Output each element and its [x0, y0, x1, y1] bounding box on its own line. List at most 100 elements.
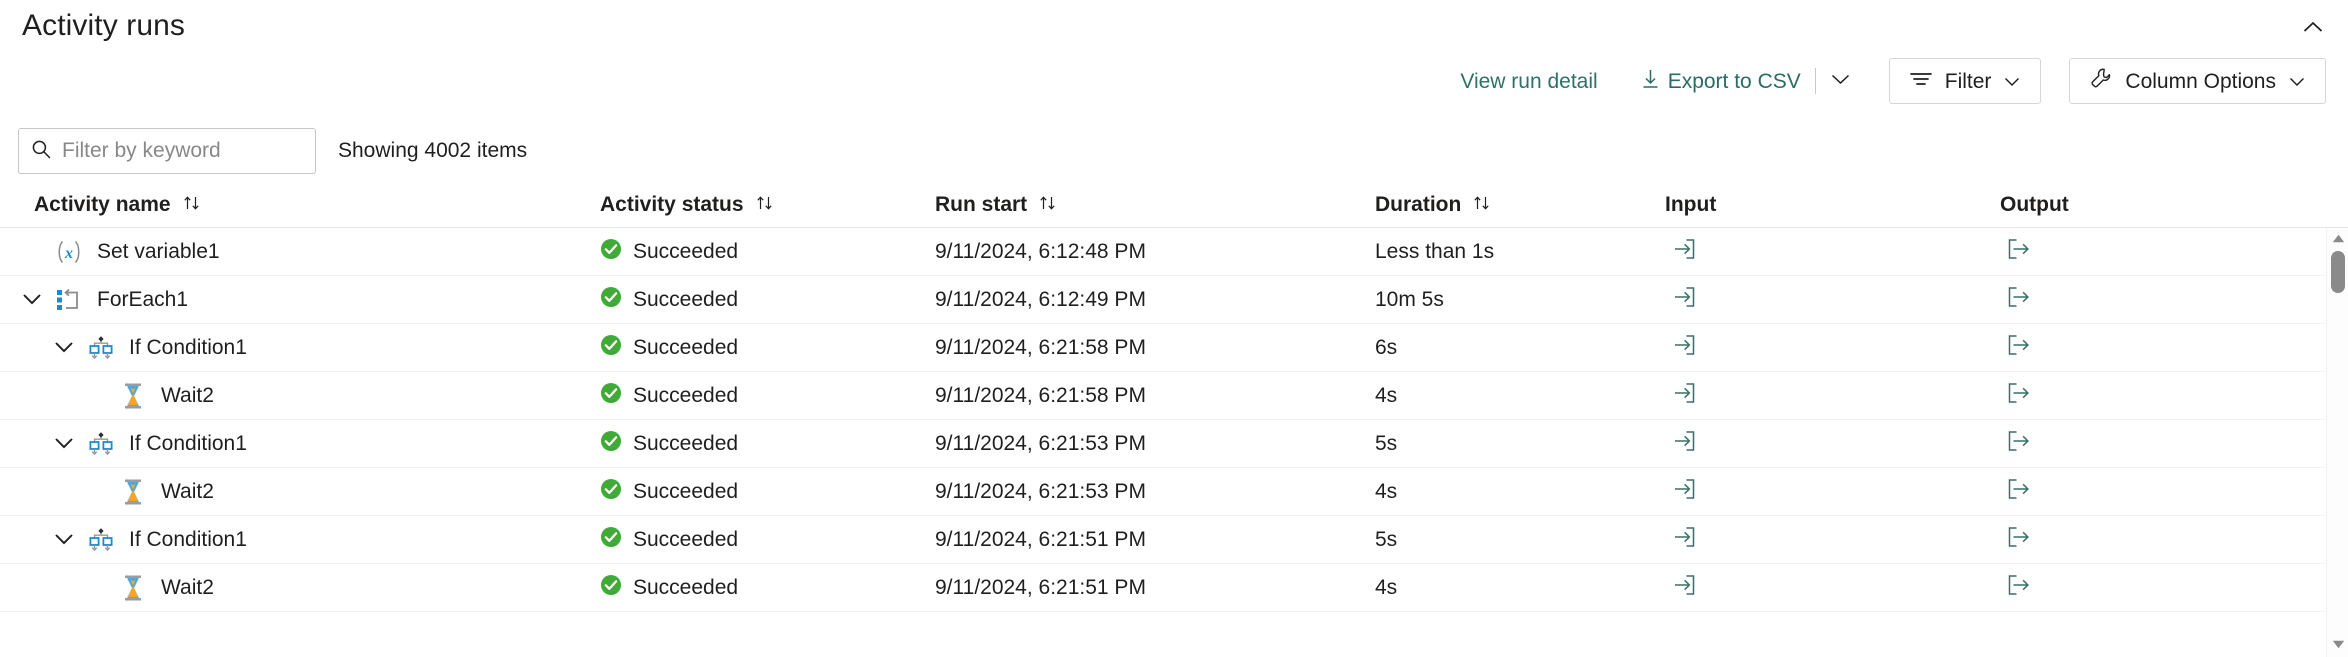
success-check-icon	[600, 478, 622, 506]
duration-cell: Less than 1s	[1375, 240, 1665, 264]
activity-name-cell: ForEach1	[0, 287, 600, 313]
table-row[interactable]: If Condition1Succeeded9/11/2024, 6:21:51…	[0, 516, 2348, 564]
table-row[interactable]: Wait2Succeeded9/11/2024, 6:21:58 PM4s	[0, 372, 2348, 420]
collapse-panel-button[interactable]	[2292, 6, 2334, 48]
view-run-detail-link[interactable]: View run detail	[1450, 65, 1607, 98]
run-start-cell: 9/11/2024, 6:21:58 PM	[935, 384, 1375, 408]
output-cell	[2000, 429, 2300, 459]
view-output-button[interactable]	[2002, 237, 2036, 267]
activity-name-cell: Wait2	[0, 574, 600, 602]
toolbar-divider	[1815, 68, 1816, 94]
svg-text:x: x	[64, 245, 73, 262]
activity-name-label: Wait2	[161, 481, 214, 502]
search-box[interactable]	[18, 128, 316, 174]
success-check-icon	[600, 382, 622, 410]
run-start-cell: 9/11/2024, 6:21:51 PM	[935, 576, 1375, 600]
view-output-button[interactable]	[2002, 285, 2036, 315]
column-label: Input	[1665, 193, 1716, 217]
status-label: Succeeded	[633, 337, 738, 358]
status-label: Succeeded	[633, 289, 738, 310]
scrollbar-thumb[interactable]	[2331, 251, 2345, 293]
activity-name-label: If Condition1	[129, 529, 247, 550]
status-label: Succeeded	[633, 385, 738, 406]
duration-cell: 6s	[1375, 336, 1665, 360]
scroll-up-button[interactable]	[2327, 229, 2348, 249]
activity-name-cell: If Condition1	[0, 431, 600, 457]
view-input-button[interactable]	[1667, 525, 1701, 555]
sign-out-arrow-icon	[2007, 334, 2031, 362]
scroll-down-button[interactable]	[2327, 635, 2348, 655]
sign-in-arrow-icon	[1672, 382, 1696, 410]
table-row[interactable]: If Condition1Succeeded9/11/2024, 6:21:58…	[0, 324, 2348, 372]
chevron-down-icon	[22, 288, 42, 312]
column-header-activity-status[interactable]: Activity status	[600, 193, 935, 217]
status-label: Succeeded	[633, 481, 738, 502]
output-cell	[2000, 333, 2300, 363]
output-cell	[2000, 285, 2300, 315]
column-options-button[interactable]: Column Options	[2069, 58, 2326, 104]
table-header-row: Activity name Activity status	[0, 182, 2348, 228]
view-output-button[interactable]	[2002, 381, 2036, 411]
panel-header: Activity runs	[0, 0, 2348, 52]
duration-cell: 10m 5s	[1375, 288, 1665, 312]
view-input-button[interactable]	[1667, 237, 1701, 267]
hourglass-wait-icon	[118, 574, 148, 602]
view-output-button[interactable]	[2002, 333, 2036, 363]
sign-in-arrow-icon	[1672, 478, 1696, 506]
activity-name-label: ForEach1	[97, 289, 188, 310]
export-menu-caret-button[interactable]	[1820, 64, 1861, 98]
view-input-button[interactable]	[1667, 477, 1701, 507]
page-title: Activity runs	[22, 11, 185, 41]
column-header-activity-name[interactable]: Activity name	[0, 193, 600, 217]
export-to-csv-label: Export to CSV	[1668, 71, 1801, 92]
input-cell	[1665, 237, 2000, 267]
table-row[interactable]: Wait2Succeeded9/11/2024, 6:21:51 PM4s	[0, 564, 2348, 612]
view-output-button[interactable]	[2002, 573, 2036, 603]
run-start-value: 9/11/2024, 6:21:51 PM	[935, 528, 1146, 552]
duration-value: Less than 1s	[1375, 240, 1494, 264]
expand-toggle[interactable]	[42, 336, 86, 360]
activity-status-cell: Succeeded	[600, 574, 935, 602]
table-row[interactable]: If Condition1Succeeded9/11/2024, 6:21:53…	[0, 420, 2348, 468]
output-cell	[2000, 573, 2300, 603]
table-row[interactable]: xSet variable1Succeeded9/11/2024, 6:12:4…	[0, 228, 2348, 276]
table-row[interactable]: Wait2Succeeded9/11/2024, 6:21:53 PM4s	[0, 468, 2348, 516]
sign-out-arrow-icon	[2007, 430, 2031, 458]
chevron-down-icon	[1831, 72, 1850, 90]
success-check-icon	[600, 430, 622, 458]
expand-toggle[interactable]	[42, 432, 86, 456]
vertical-scrollbar[interactable]	[2326, 228, 2348, 657]
filter-button[interactable]: Filter	[1889, 58, 2042, 104]
status-label: Succeeded	[633, 433, 738, 454]
view-output-button[interactable]	[2002, 525, 2036, 555]
search-input[interactable]	[62, 139, 303, 163]
search-row: Showing 4002 items	[18, 128, 527, 174]
activity-name-cell: xSet variable1	[0, 239, 600, 265]
activity-name-cell: Wait2	[0, 382, 600, 410]
view-input-button[interactable]	[1667, 285, 1701, 315]
download-icon	[1642, 69, 1659, 93]
run-start-cell: 9/11/2024, 6:12:48 PM	[935, 240, 1375, 264]
view-input-button[interactable]	[1667, 381, 1701, 411]
output-cell	[2000, 381, 2300, 411]
chevron-down-icon	[2289, 69, 2305, 93]
export-to-csv-button[interactable]: Export to CSV	[1632, 62, 1811, 100]
input-cell	[1665, 285, 2000, 315]
activity-status-cell: Succeeded	[600, 286, 935, 314]
run-start-value: 9/11/2024, 6:21:51 PM	[935, 576, 1146, 600]
table-row[interactable]: ForEach1Succeeded9/11/2024, 6:12:49 PM10…	[0, 276, 2348, 324]
view-input-button[interactable]	[1667, 429, 1701, 459]
column-header-duration[interactable]: Duration	[1375, 193, 1665, 217]
run-start-value: 9/11/2024, 6:21:58 PM	[935, 384, 1146, 408]
column-header-run-start[interactable]: Run start	[935, 193, 1375, 217]
view-output-button[interactable]	[2002, 429, 2036, 459]
expand-toggle[interactable]	[42, 528, 86, 552]
view-input-button[interactable]	[1667, 333, 1701, 363]
expand-toggle[interactable]	[10, 288, 54, 312]
chevron-down-icon	[54, 528, 74, 552]
view-input-button[interactable]	[1667, 573, 1701, 603]
sign-out-arrow-icon	[2007, 574, 2031, 602]
view-output-button[interactable]	[2002, 477, 2036, 507]
run-start-value: 9/11/2024, 6:21:58 PM	[935, 336, 1146, 360]
if-condition-icon	[86, 431, 116, 457]
